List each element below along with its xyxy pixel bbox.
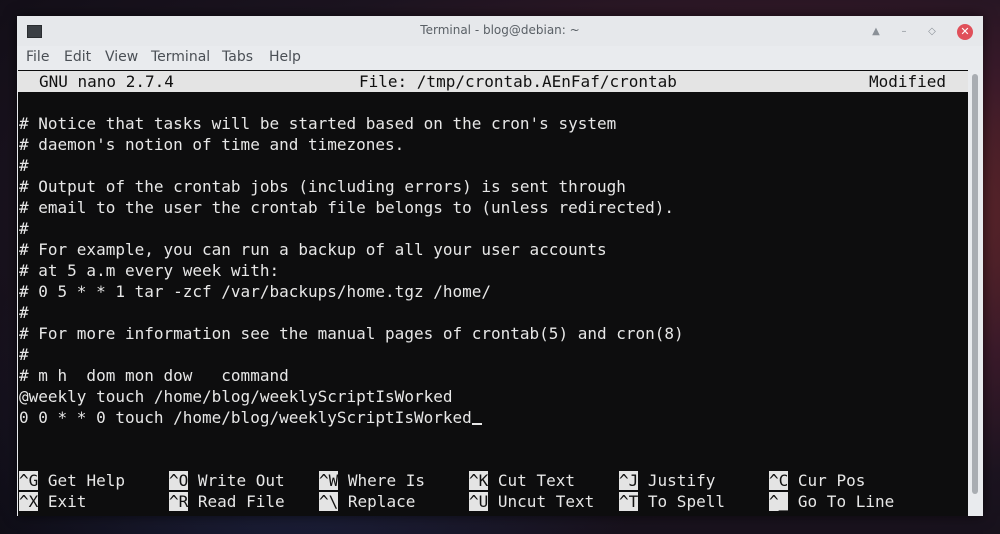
shortcut-uncut-text[interactable]: ^U Uncut Text — [469, 491, 594, 512]
shortcut-replace[interactable]: ^\ Replace — [319, 491, 415, 512]
shortcut-label: Uncut Text — [497, 492, 595, 511]
shortcut-cur-pos[interactable]: ^C Cur Pos — [769, 470, 865, 491]
window-title: Terminal - blog@debian: ~ — [420, 23, 580, 37]
shade-button[interactable]: ▲ — [869, 25, 883, 39]
terminal-area[interactable]: GNU nano 2.7.4 File: /tmp/crontab.AEnFaf… — [18, 70, 968, 516]
scrollbar-thumb[interactable] — [972, 74, 978, 494]
nano-filename: File: /tmp/crontab.AEnFaf/crontab — [359, 72, 677, 91]
close-button[interactable]: ✕ — [957, 24, 973, 40]
editor-line: # — [19, 219, 29, 238]
shortcut-label: Get Help — [47, 471, 125, 490]
shortcut-label: To Spell — [647, 492, 725, 511]
editor-line-current: 0 0 * * 0 touch /home/blog/weeklyScriptI… — [19, 407, 482, 428]
shortcut-label: Read File — [197, 492, 285, 511]
shortcut-get-help[interactable]: ^G Get Help — [19, 470, 125, 491]
shortcut-where-is[interactable]: ^W Where Is — [319, 470, 425, 491]
menu-edit[interactable]: Edit — [64, 49, 91, 65]
nano-version: GNU nano 2.7.4 — [39, 72, 174, 91]
editor-line: # email to the user the crontab file bel… — [19, 198, 675, 217]
shortcut-key: ^_ — [769, 492, 789, 511]
shortcut-cut-text[interactable]: ^K Cut Text — [469, 470, 575, 491]
shortcut-label: Where Is — [347, 471, 425, 490]
editor-line: # Notice that tasks will be started base… — [19, 114, 617, 133]
shortcut-label: Cur Pos — [797, 471, 866, 490]
shortcut-label: Write Out — [197, 471, 285, 490]
editor-line: # at 5 a.m every week with: — [19, 261, 280, 280]
shortcut-justify[interactable]: ^J Justify — [619, 470, 715, 491]
shortcut-key: ^J — [619, 471, 639, 490]
menu-terminal[interactable]: Terminal — [151, 49, 210, 65]
shortcut-key: ^C — [769, 471, 789, 490]
editor-line: # For example, you can run a backup of a… — [19, 240, 607, 259]
shortcut-exit[interactable]: ^X Exit — [19, 491, 86, 512]
editor-line: # — [19, 303, 29, 322]
editor-line: # For more information see the manual pa… — [19, 324, 684, 343]
maximize-button[interactable]: ◇ — [925, 25, 939, 39]
shortcut-label: Cut Text — [497, 471, 575, 490]
editor-line: # daemon's notion of time and timezones. — [19, 135, 405, 154]
editor-line-text: 0 0 * * 0 touch /home/blog/weeklyScriptI… — [19, 408, 472, 427]
vertical-scrollbar[interactable] — [968, 70, 983, 516]
menu-view[interactable]: View — [105, 49, 138, 65]
editor-line: # 0 5 * * 1 tar -zcf /var/backups/home.t… — [19, 282, 492, 301]
editor-line: @weekly touch /home/blog/weeklyScriptIsW… — [19, 387, 453, 406]
text-cursor — [471, 423, 482, 425]
menu-tabs[interactable]: Tabs — [222, 49, 253, 65]
shortcut-key: ^O — [169, 471, 189, 490]
shortcut-key: ^U — [469, 492, 489, 511]
shortcut-key: ^T — [619, 492, 639, 511]
shortcut-label: Exit — [47, 492, 87, 511]
shortcut-write-out[interactable]: ^O Write Out — [169, 470, 285, 491]
shortcut-label: Justify — [647, 471, 716, 490]
shortcut-label: Replace — [347, 492, 416, 511]
editor-line: # — [19, 156, 29, 175]
shortcut-to-spell[interactable]: ^T To Spell — [619, 491, 725, 512]
shortcut-key: ^\ — [319, 492, 339, 511]
shortcut-label: Go To Line — [797, 492, 895, 511]
menu-help[interactable]: Help — [269, 49, 301, 65]
terminal-window: Terminal - blog@debian: ~ ▲ – ◇ ✕ File E… — [17, 16, 983, 516]
shortcut-key: ^K — [469, 471, 489, 490]
menu-file[interactable]: File — [26, 49, 49, 65]
nano-header: GNU nano 2.7.4 File: /tmp/crontab.AEnFaf… — [18, 71, 968, 92]
shortcut-read-file[interactable]: ^R Read File — [169, 491, 285, 512]
shortcut-key: ^W — [319, 471, 339, 490]
editor-line: # — [19, 345, 29, 364]
shortcut-go-to-line[interactable]: ^_ Go To Line — [769, 491, 894, 512]
shortcut-key: ^R — [169, 492, 189, 511]
shortcut-key: ^G — [19, 471, 39, 490]
editor-line: # Output of the crontab jobs (including … — [19, 177, 626, 196]
editor-line: # m h dom mon dow command — [19, 366, 289, 385]
nano-status: Modified — [869, 72, 947, 91]
menu-bar: File Edit View Terminal Tabs Help — [17, 46, 983, 70]
title-bar[interactable]: Terminal - blog@debian: ~ ▲ – ◇ ✕ — [17, 16, 983, 46]
shortcut-key: ^X — [19, 492, 39, 511]
minimize-button[interactable]: – — [897, 25, 911, 39]
